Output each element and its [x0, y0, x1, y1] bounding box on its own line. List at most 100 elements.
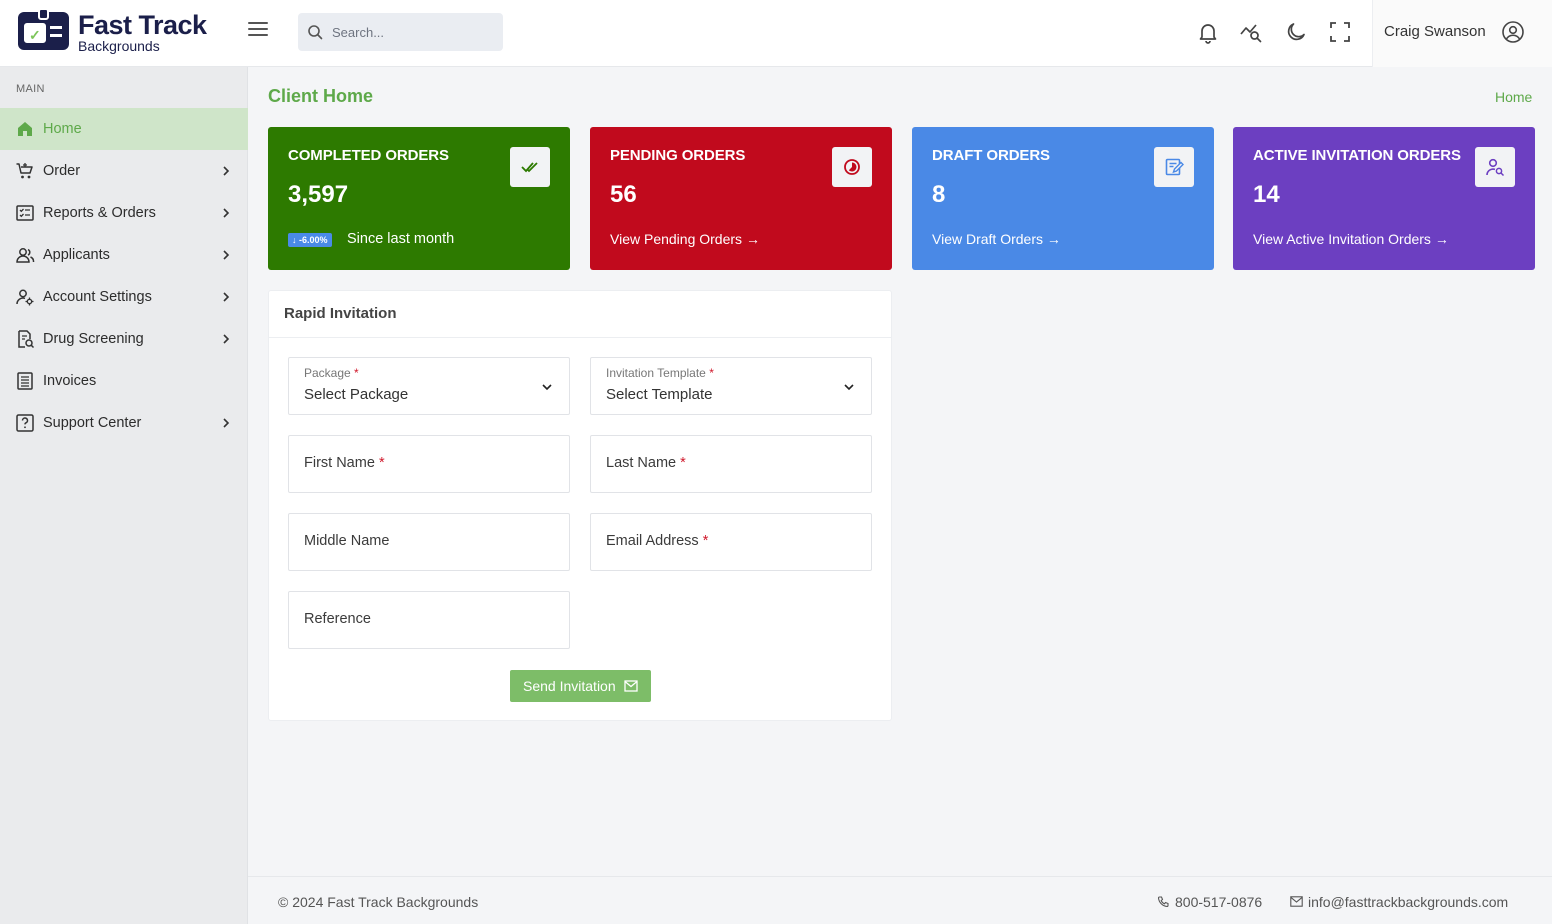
reference-label: Reference [304, 611, 371, 627]
sidebar-item-order[interactable]: Order [0, 150, 248, 192]
sidebar-item-label: Invoices [43, 373, 97, 389]
chevron-right-icon [223, 418, 230, 428]
sidebar-item-label: Support Center [43, 415, 142, 431]
stat-value: 8 [932, 181, 946, 208]
arrow-right-icon: → [1434, 231, 1449, 247]
stat-title: DRAFT ORDERS [932, 147, 1050, 164]
sidebar: MAIN Home Order Reports & Orders Applica… [0, 67, 248, 924]
stat-icon-box [832, 147, 872, 187]
brand-logo[interactable]: ✓ Fast Track Backgrounds [18, 8, 228, 56]
stat-subtext: Since last month [347, 231, 455, 247]
package-value: Select Package [304, 386, 409, 403]
arrow-right-icon: → [1046, 231, 1061, 247]
home-icon [18, 122, 32, 136]
invitation-template-select[interactable]: Invitation Template * Select Template [590, 357, 872, 415]
stat-value: 3,597 [288, 181, 349, 208]
link-label: View Draft Orders [932, 231, 1043, 247]
chevron-down-icon [844, 384, 854, 391]
footer-phone[interactable]: 800-517-0876 [1156, 894, 1262, 910]
middle-name-label: Middle Name [304, 533, 390, 549]
stat-card-draft-orders: DRAFT ORDERS 8 View Draft Orders → [912, 127, 1214, 270]
report-icon [16, 205, 34, 221]
chevron-down-icon [542, 384, 552, 391]
stat-title: PENDING ORDERS [610, 147, 746, 164]
footer: © 2024 Fast Track Backgrounds 800-517-08… [248, 876, 1552, 924]
bell-icon[interactable] [1196, 20, 1220, 44]
change-badge: ↓ -6.00% [288, 233, 332, 247]
logo-badge-icon: ✓ [18, 8, 69, 50]
chevron-right-icon [223, 292, 230, 302]
first-name-field[interactable]: First Name * [288, 435, 570, 493]
chevron-right-icon [223, 208, 230, 218]
stat-title: COMPLETED ORDERS [288, 147, 449, 164]
card-header: Rapid Invitation [269, 291, 891, 338]
footer-email[interactable]: info@fasttrackbackgrounds.com [1289, 894, 1508, 910]
view-draft-orders-link[interactable]: View Draft Orders → [932, 231, 1061, 247]
page-title: Client Home [268, 86, 374, 106]
copyright: © 2024 Fast Track Backgrounds [278, 894, 479, 910]
sidebar-item-label: Reports & Orders [43, 205, 156, 221]
card-title: Rapid Invitation [284, 305, 397, 322]
email-field[interactable]: Email Address * [590, 513, 872, 571]
invoice-icon [17, 372, 33, 390]
sidebar-item-support-center[interactable]: Support Center [0, 402, 248, 444]
stat-title: ACTIVE INVITATION ORDERS [1253, 147, 1461, 164]
stat-card-pending-orders: PENDING ORDERS 56 View Pending Orders → [590, 127, 892, 270]
last-name-field[interactable]: Last Name * [590, 435, 872, 493]
envelope-icon [624, 680, 638, 692]
search-icon [308, 25, 323, 40]
sidebar-item-label: Applicants [43, 247, 110, 263]
sidebar-item-home[interactable]: Home [0, 108, 248, 150]
package-select[interactable]: Package * Select Package [288, 357, 570, 415]
view-pending-orders-link[interactable]: View Pending Orders → [610, 231, 760, 247]
sidebar-item-reports-orders[interactable]: Reports & Orders [0, 192, 248, 234]
user-settings-icon [16, 289, 34, 306]
moon-icon[interactable] [1284, 20, 1308, 44]
users-icon [16, 248, 35, 263]
last-name-label: Last Name * [606, 455, 686, 471]
cart-icon [16, 163, 33, 179]
brand-tagline: Backgrounds [78, 38, 160, 54]
stat-icon-box [510, 147, 550, 187]
user-search-icon [1486, 158, 1505, 177]
drug-screening-icon [18, 330, 35, 349]
menu-toggle-icon[interactable] [248, 22, 268, 38]
sidebar-item-label: Drug Screening [43, 331, 144, 347]
sidebar-item-invoices[interactable]: Invoices [0, 360, 248, 402]
middle-name-field[interactable]: Middle Name [288, 513, 570, 571]
sidebar-item-drug-screening[interactable]: Drug Screening [0, 318, 248, 360]
send-invitation-button[interactable]: Send Invitation [510, 670, 651, 702]
sidebar-item-label: Account Settings [43, 289, 152, 305]
search-box [298, 13, 503, 51]
sidebar-item-account-settings[interactable]: Account Settings [0, 276, 248, 318]
sidebar-item-label: Home [43, 121, 82, 137]
search-input[interactable] [332, 13, 497, 51]
user-menu[interactable]: Craig Swanson [1372, 0, 1552, 67]
chevron-right-icon [223, 250, 230, 260]
view-active-invitation-orders-link[interactable]: View Active Invitation Orders → [1253, 231, 1449, 247]
top-header: ✓ Fast Track Backgrounds Craig Swanson [0, 0, 1552, 67]
stat-icon-box [1154, 147, 1194, 187]
analytics-search-icon[interactable] [1239, 20, 1263, 44]
user-circle-icon [1502, 21, 1524, 43]
package-label: Package * [304, 366, 359, 380]
sidebar-item-applicants[interactable]: Applicants [0, 234, 248, 276]
help-icon [16, 414, 34, 432]
sidebar-item-label: Order [43, 163, 81, 179]
breadcrumb-home[interactable]: Home [1495, 89, 1532, 105]
double-check-icon [521, 162, 538, 173]
edit-note-icon [1165, 158, 1184, 176]
pending-icon [844, 159, 860, 175]
stat-card-completed-orders: COMPLETED ORDERS 3,597 ↓ -6.00% Since la… [268, 127, 570, 270]
first-name-label: First Name * [304, 455, 385, 471]
sidebar-section-label: MAIN [16, 83, 45, 95]
template-value: Select Template [606, 386, 713, 403]
brand-name: Fast Track [78, 10, 207, 40]
reference-field[interactable]: Reference [288, 591, 570, 649]
stat-value: 56 [610, 181, 637, 208]
chevron-right-icon [223, 334, 230, 344]
link-label: View Active Invitation Orders [1253, 231, 1431, 247]
stat-icon-box [1475, 147, 1515, 187]
fullscreen-icon[interactable] [1328, 20, 1352, 44]
chevron-right-icon [223, 166, 230, 176]
